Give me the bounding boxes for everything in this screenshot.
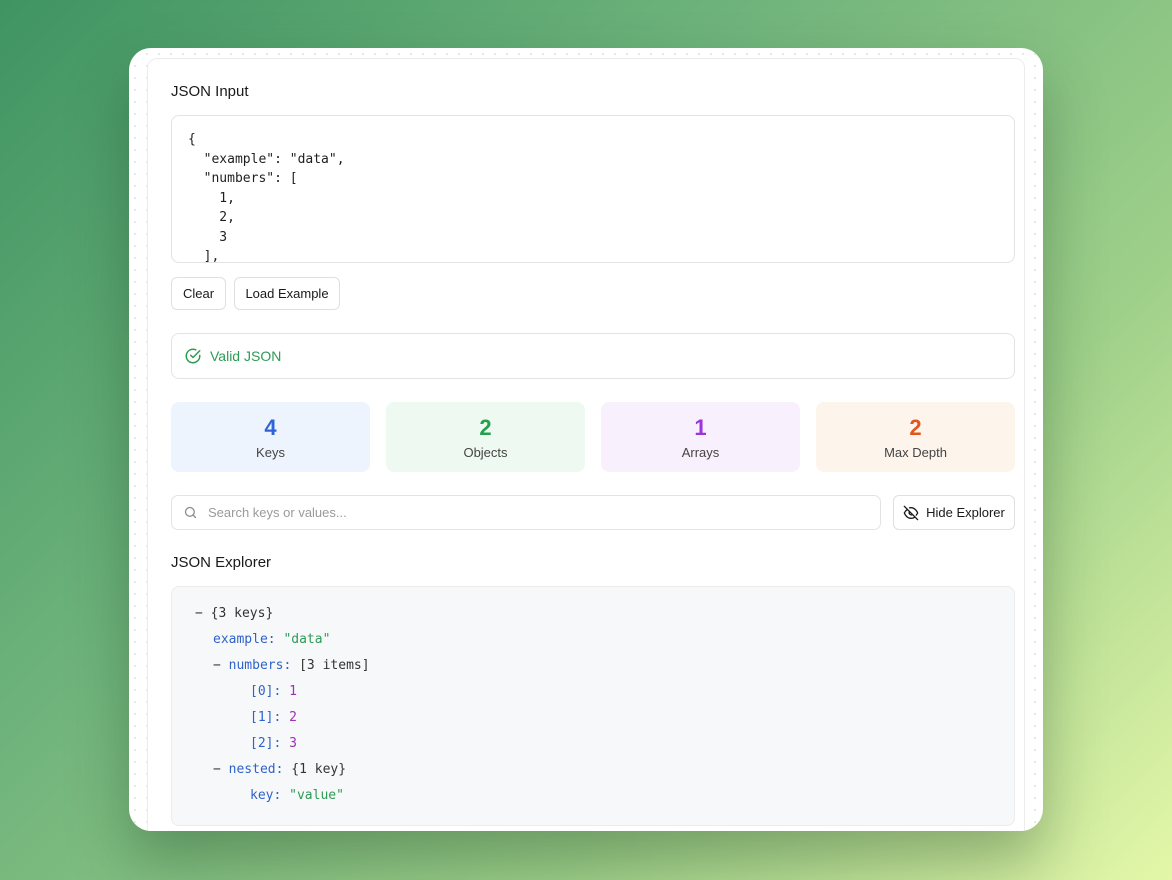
tree-node-array-item: [1]: 2 [250,710,297,725]
stat-card-objects: 2 Objects [386,402,585,472]
json-explorer-title: JSON Explorer [171,554,272,571]
check-circle-icon [185,348,201,364]
node-key: key [250,788,274,803]
hide-explorer-button[interactable]: Hide Explorer [893,495,1015,530]
stat-value: 1 [694,414,707,440]
stat-card-arrays: 1 Arrays [601,402,800,472]
tree-node-example: example: "data" [213,632,331,647]
tree-node-numbers[interactable]: − numbers: [3 items] [213,657,370,675]
collapse-toggle[interactable]: − [213,658,221,673]
node-value: 1 [289,684,297,699]
search-bar[interactable] [171,495,881,530]
node-summary: [3 items] [299,658,370,673]
json-explorer-tree: − {3 keys} example: "data" − numbers: [3… [171,586,1015,826]
clear-button[interactable]: Clear [171,277,226,310]
node-value: 2 [289,710,297,725]
search-icon [184,506,197,519]
eye-off-icon [903,505,919,520]
node-key: [2] [250,736,274,751]
stat-label: Objects [463,444,508,460]
tree-node-nested[interactable]: − nested: {1 key} [213,761,346,779]
node-summary: {1 key} [291,762,347,777]
node-key: numbers [228,658,284,673]
node-key: [0] [250,684,274,699]
node-key: [1] [250,710,274,725]
tree-node-array-item: [2]: 3 [250,736,297,751]
validation-status: Valid JSON [171,333,1015,379]
collapse-toggle[interactable]: − [213,762,221,777]
json-input-textarea[interactable]: { "example": "data", "numbers": [ 1, 2, … [171,115,1015,263]
main-panel: JSON Input { "example": "data", "numbers… [147,58,1025,831]
stat-label: Max Depth [884,444,947,460]
tree-node-array-item: [0]: 1 [250,684,297,699]
node-summary: {3 keys} [210,606,274,621]
validation-message: Valid JSON [210,348,282,364]
hide-explorer-label: Hide Explorer [926,505,1005,520]
stat-label: Keys [256,444,285,460]
json-input-title: JSON Input [171,83,249,100]
stat-value: 4 [264,414,277,440]
node-key: nested [228,762,276,777]
tree-node-root[interactable]: − {3 keys} [195,605,273,623]
node-value: "value" [289,788,344,803]
app-window: JSON Input { "example": "data", "numbers… [129,48,1043,831]
collapse-toggle[interactable]: − [195,606,203,621]
stat-label: Arrays [681,444,720,460]
node-key: example [213,632,268,647]
node-value: 3 [289,736,297,751]
json-input-code[interactable]: { "example": "data", "numbers": [ 1, 2, … [188,130,998,262]
tree-node-nested-key: key: "value" [250,788,344,803]
node-value: "data" [283,632,331,647]
load-example-button[interactable]: Load Example [234,277,340,310]
stat-value: 2 [909,414,922,440]
stat-card-keys: 4 Keys [171,402,370,472]
stat-value: 2 [479,414,492,440]
search-input[interactable] [208,505,848,520]
stat-card-max-depth: 2 Max Depth [816,402,1015,472]
